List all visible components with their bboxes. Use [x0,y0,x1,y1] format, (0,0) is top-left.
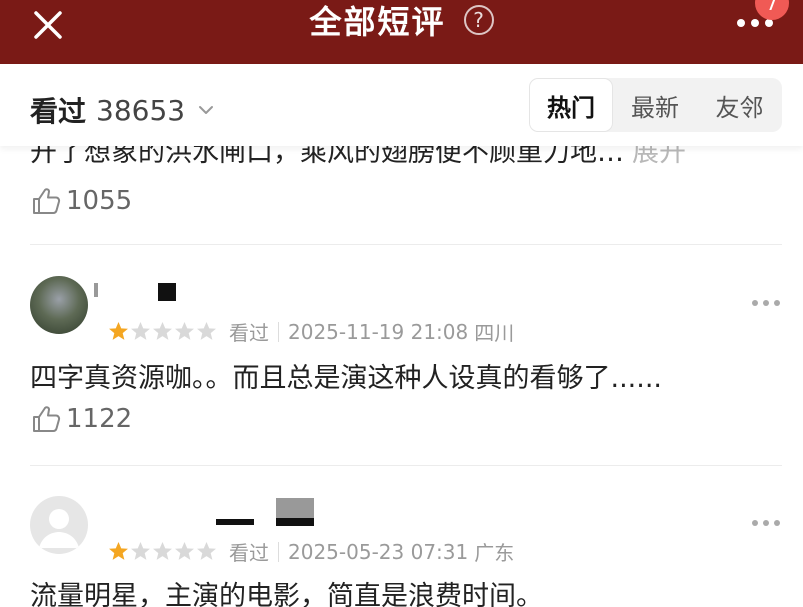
more-dot-icon [765,19,773,27]
more-dot-icon [752,520,758,526]
more-dot-icon [737,19,745,27]
tab-latest[interactable]: 最新 [613,78,697,132]
top-nav-bar: 全部短评 ? 7 [0,0,803,64]
more-dot-icon [763,300,769,306]
review-meta: 看过 2025-11-19 21:08 四川 [108,317,514,346]
more-dot-icon [774,300,780,306]
sort-segmented-control: 热门 最新 友邻 [529,78,782,132]
star-icon [197,542,216,560]
like-button[interactable]: 1055 [30,185,132,217]
review-text: 四字真资源咖。。而且总是演这种人设真的看够了...... [30,363,662,394]
redacted-username [158,283,176,301]
review-text: 流量明星，主演的电影，简直是浪费时间。 [30,581,543,607]
watch-status: 看过 [229,541,269,565]
like-button[interactable]: 1122 [30,403,132,435]
review-more-button[interactable] [752,520,780,526]
chevron-down-icon [199,106,214,114]
watched-filter-dropdown[interactable]: 看过 38653 [30,90,215,130]
review-location: 四川 [474,321,515,345]
more-dot-icon [752,300,758,306]
redaction-mark [276,498,314,518]
like-count: 1122 [66,404,133,434]
star-icon [109,322,128,340]
redaction-mark [276,518,314,526]
tab-hot[interactable]: 热门 [529,78,613,132]
filter-bar: 看过 38653 热门 最新 友邻 [0,64,803,146]
star-rating [108,321,217,342]
like-count: 1055 [66,186,133,216]
review-timestamp: 2025-11-19 21:08 [288,319,469,344]
more-dot-icon [751,19,759,27]
star-icon [153,542,172,560]
watched-label: 看过 [30,95,87,128]
star-rating [108,541,217,562]
redaction-mark [94,283,98,297]
star-icon [109,542,128,560]
star-icon [175,322,194,340]
star-icon [153,322,172,340]
default-avatar-icon [39,509,79,548]
thumbs-up-icon [33,188,61,214]
watch-status: 看过 [229,321,269,345]
star-icon [131,542,150,560]
more-dot-icon [774,520,780,526]
avatar[interactable] [30,276,88,334]
avatar[interactable] [30,496,88,554]
thumbs-up-icon [33,406,61,432]
divider [30,465,782,466]
review-location: 广东 [474,541,515,565]
meta-separator [278,541,279,562]
help-icon[interactable]: ? [463,5,494,35]
redacted-username [216,519,254,525]
more-dot-icon [763,520,769,526]
divider [30,244,782,245]
review-more-button[interactable] [752,300,780,306]
star-icon [197,322,216,340]
tab-friends[interactable]: 友邻 [697,78,782,132]
meta-separator [278,321,279,342]
star-icon [131,322,150,340]
page-title: 全部短评 [309,3,446,41]
star-icon [175,542,194,560]
review-timestamp: 2025-05-23 07:31 [288,539,469,564]
watched-count: 38653 [96,93,186,127]
review-meta: 看过 2025-05-23 07:31 广东 [108,537,514,566]
